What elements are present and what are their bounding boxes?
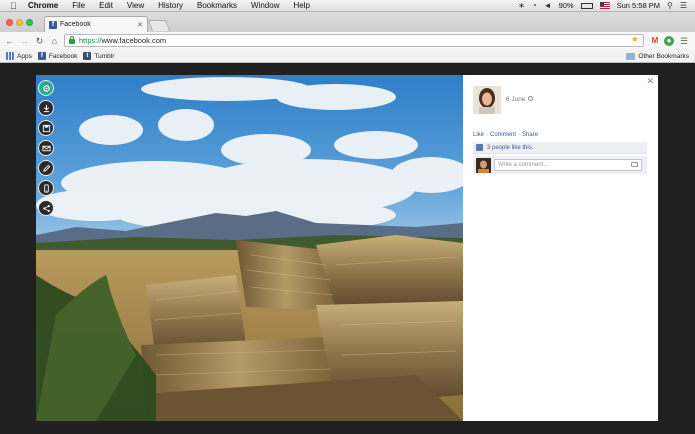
bookmark-facebook[interactable]: f Facebook xyxy=(37,52,78,60)
notification-center-icon[interactable]: ☰ xyxy=(680,0,687,12)
menu-help[interactable]: Help xyxy=(286,0,316,12)
like-link[interactable]: Like xyxy=(473,132,484,138)
likes-summary[interactable]: 3 people like this. xyxy=(473,142,647,154)
comment-row: Write a comment... xyxy=(473,156,647,174)
tab-close-icon[interactable]: ✕ xyxy=(137,21,143,29)
avatar[interactable] xyxy=(473,86,501,114)
menu-file[interactable]: File xyxy=(65,0,92,12)
tab-facebook[interactable]: f Facebook ✕ xyxy=(44,16,148,32)
url-host: www.facebook.com xyxy=(101,36,167,45)
browser-toolbar: ← → ↻ ⌂ https:// www.facebook.com ★ xyxy=(0,32,695,50)
email-icon[interactable] xyxy=(38,140,54,156)
bookmarks-bar: Apps f Facebook t Tumblr Other Bookmarks xyxy=(0,50,695,63)
comment-placeholder: Write a comment... xyxy=(498,162,549,168)
lock-icon[interactable] xyxy=(69,36,75,44)
post-date-text: 6 June xyxy=(506,96,526,103)
url-scheme: https:// xyxy=(79,36,102,45)
input-flag-icon[interactable] xyxy=(599,2,610,9)
menu-edit[interactable]: Edit xyxy=(92,0,120,12)
other-bookmarks[interactable]: Other Bookmarks xyxy=(626,52,689,60)
bookmark-apps[interactable]: Apps xyxy=(6,52,32,60)
apple-icon[interactable]:  xyxy=(10,0,22,12)
edit-icon[interactable] xyxy=(38,160,54,176)
tab-title: Facebook xyxy=(60,21,91,28)
volume-icon[interactable]: ◄ xyxy=(544,0,552,12)
bookmark-label: Tumblr xyxy=(94,52,115,60)
bookmark-label: Apps xyxy=(17,52,32,60)
menu-bar:  Chrome File Edit View History Bookmark… xyxy=(0,0,695,12)
battery-icon[interactable] xyxy=(580,2,593,9)
address-bar[interactable]: https:// www.facebook.com ★ xyxy=(64,34,644,47)
window-close-button[interactable] xyxy=(6,19,13,26)
chrome-menu-icon[interactable]: ☰ xyxy=(679,36,689,46)
comment-input[interactable]: Write a comment... xyxy=(494,159,642,171)
forward-arrow-icon[interactable]: → xyxy=(19,32,30,50)
share-icon[interactable] xyxy=(38,200,54,216)
thumbs-up-icon xyxy=(476,144,483,151)
other-bookmarks-label: Other Bookmarks xyxy=(638,52,689,60)
bookmark-label: Facebook xyxy=(48,52,78,60)
post-date[interactable]: 6 June xyxy=(506,96,533,103)
save-icon[interactable] xyxy=(38,120,54,136)
logo-icon[interactable] xyxy=(38,80,54,96)
menu-view[interactable]: View xyxy=(120,0,151,12)
battery-percent[interactable]: 90% xyxy=(559,1,574,10)
photo[interactable] xyxy=(36,75,463,421)
spotlight-icon[interactable]: ⚲ xyxy=(667,0,673,12)
mobile-icon[interactable] xyxy=(38,180,54,196)
wifi-icon[interactable]: ◔ xyxy=(532,0,537,12)
apps-icon xyxy=(6,52,14,60)
bookmark-tumblr[interactable]: t Tumblr xyxy=(83,52,114,60)
bookmark-star-icon[interactable]: ★ xyxy=(631,34,639,45)
share-link[interactable]: Share xyxy=(522,132,538,138)
status-area: ∗ ◔ ◄ 90% Sun 5:58 PM ⚲ ☰ xyxy=(518,0,695,12)
folder-icon xyxy=(626,52,636,60)
menu-window[interactable]: Window xyxy=(244,0,286,12)
reload-icon[interactable]: ↻ xyxy=(34,32,45,50)
gmail-extension-icon[interactable]: M xyxy=(650,36,660,46)
back-arrow-icon[interactable]: ← xyxy=(4,32,15,50)
menu-app-name[interactable]: Chrome xyxy=(22,0,65,12)
likes-text: 3 people like this. xyxy=(487,144,534,151)
facebook-icon: f xyxy=(37,52,46,60)
menu-history[interactable]: History xyxy=(151,0,190,12)
camera-icon[interactable] xyxy=(631,162,638,167)
hay-bales-photo xyxy=(36,75,463,421)
home-icon[interactable]: ⌂ xyxy=(49,32,60,50)
tab-strip: f Facebook ✕ xyxy=(0,12,695,32)
new-tab-button[interactable] xyxy=(147,20,171,31)
post-actions: Like · Comment · Share xyxy=(473,132,538,138)
close-icon[interactable]: ✕ xyxy=(646,76,654,87)
comment-link[interactable]: Comment xyxy=(490,132,516,138)
download-icon[interactable] xyxy=(38,100,54,116)
window-minimize-button[interactable] xyxy=(16,19,23,26)
clock[interactable]: Sun 5:58 PM xyxy=(617,1,660,10)
pin-extension-icon[interactable]: ● xyxy=(664,36,674,46)
photo-viewer: ✕ 6 June Like · Comment · Share 3 people lik… xyxy=(0,64,695,434)
facebook-favicon-icon: f xyxy=(49,20,57,29)
globe-icon xyxy=(527,96,533,101)
comment-panel: ✕ 6 June Like · Comment · Share 3 people lik… xyxy=(463,75,658,421)
tool-column xyxy=(38,80,56,216)
window-zoom-button[interactable] xyxy=(26,19,33,26)
commenter-avatar xyxy=(476,157,491,173)
bluetooth-icon[interactable]: ∗ xyxy=(518,0,525,12)
menu-bookmarks[interactable]: Bookmarks xyxy=(190,0,244,12)
tumblr-icon: t xyxy=(83,52,92,60)
